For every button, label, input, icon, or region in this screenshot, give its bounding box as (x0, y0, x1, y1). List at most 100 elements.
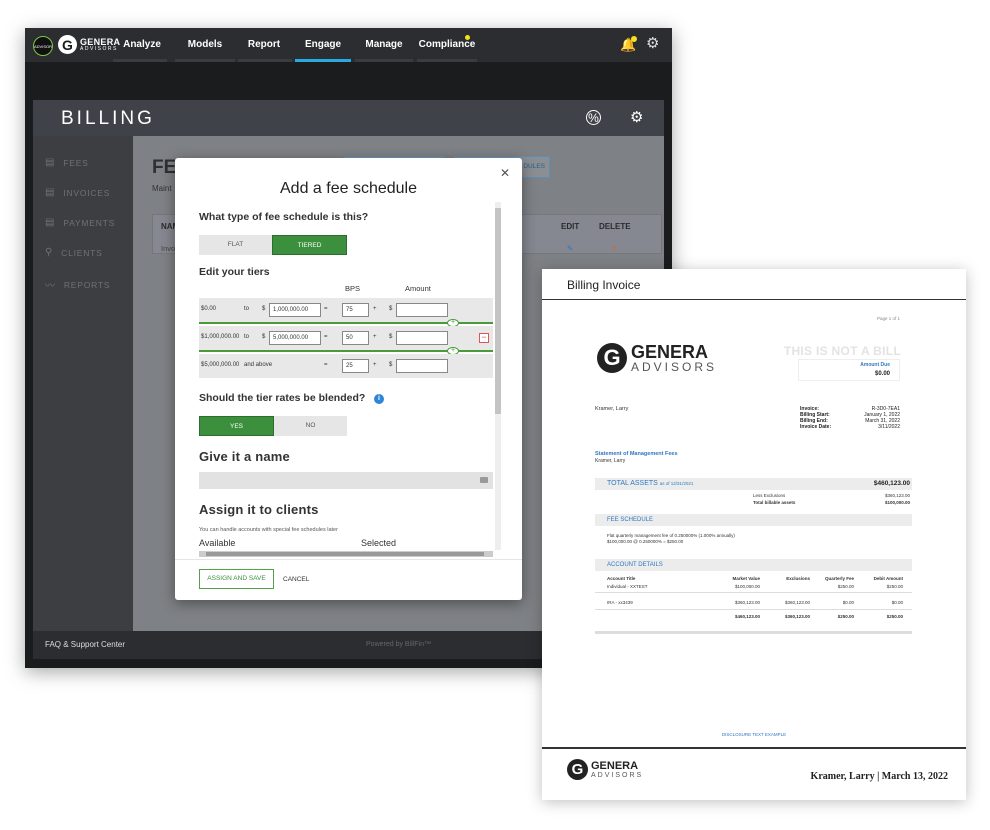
invoice-logo: G GENERA ADVISORS (597, 343, 717, 373)
info-icon[interactable]: i (374, 394, 384, 404)
faq-support-link[interactable]: FAQ & Support Center (33, 631, 133, 659)
sidebar-item-reports[interactable]: 〰 REPORTS (45, 277, 111, 293)
acct-header: Quarterly Fee (824, 576, 854, 581)
remove-tier-icon[interactable]: − (479, 333, 489, 343)
bps-column-header: BPS (345, 284, 361, 293)
flat-option[interactable]: FLAT (199, 235, 272, 255)
tier-eq: = (324, 362, 328, 368)
acct-total: $250.00 (837, 614, 854, 619)
brand-logo[interactable]: G GENERA ADVISORS (58, 35, 120, 54)
tiered-option[interactable]: TIERED (272, 235, 347, 255)
billing-invoice-document: Billing Invoice Page 1 of 1 G GENERA ADV… (542, 269, 966, 800)
less-exclusions-label: Less Exclusions (753, 493, 786, 498)
nav-compliance[interactable]: Compliance (417, 28, 477, 62)
percent-icon[interactable]: % (586, 110, 601, 125)
tier-to-label: and above (244, 362, 273, 368)
total-assets-text: TOTAL ASSETS (607, 480, 658, 487)
tier-bps-input[interactable]: 50 (342, 331, 369, 345)
nav-label: Analyze (123, 39, 161, 50)
settings-gear-icon[interactable]: ⚙ (630, 108, 643, 126)
tier-to-input[interactable]: 5,000,000.00 (269, 331, 321, 345)
advisor-badge[interactable]: ADVISOR (33, 36, 53, 56)
nav-manage[interactable]: Manage (355, 28, 413, 62)
client-name: Kramer, Larry (595, 406, 629, 412)
col-delete-header: DELETE (599, 222, 631, 231)
available-label: Available (199, 538, 236, 548)
sidebar-item-clients[interactable]: ⚲ CLIENTS (45, 247, 103, 258)
close-icon[interactable]: ✕ (500, 166, 510, 180)
tier-to-input[interactable]: 1,000,000.00 (269, 303, 321, 317)
tier-row: $1,000,000.00 to $ 5,000,000.00 = 50 + $… (199, 326, 493, 350)
tier-bps-input[interactable]: 75 (342, 303, 369, 317)
logo-name: GENERA (631, 342, 709, 362)
acct-cell: IRA - xx3439 (607, 600, 633, 605)
modal-footer-divider (175, 559, 522, 560)
billing-title: BILLING (61, 108, 155, 129)
tier-bps-input[interactable]: 25 (342, 359, 369, 373)
tier-amount-input[interactable] (396, 303, 448, 317)
tier-amount-input[interactable] (396, 331, 448, 345)
tier-amount-currency: $ (389, 362, 393, 368)
schedule-name-input[interactable] (199, 472, 493, 489)
tier-from: $0.00 (201, 306, 217, 312)
genera-logo-icon: G (58, 35, 77, 54)
powered-by-label: Powered by BillFin™ (366, 641, 431, 648)
logo-sub: ADVISORS (591, 771, 644, 779)
fee-line: $100,000.00 @ 0.250000% = $250.00 (607, 539, 684, 544)
genera-logo-icon: G (567, 759, 588, 780)
scrollbar-thumb[interactable] (206, 552, 484, 556)
fee-schedule-band: FEE SCHEDULE (595, 514, 912, 526)
acct-total: $460,123.00 (734, 614, 760, 619)
cancel-button[interactable]: CANCEL (283, 576, 309, 583)
sidebar-item-invoices[interactable]: ▤ INVOICES (45, 187, 110, 198)
acct-header: Debit Amount (873, 576, 903, 581)
bell-notification-dot (631, 36, 637, 42)
blend-no-option[interactable]: NO (274, 416, 347, 436)
acct-cell: $100,000.00 (734, 584, 760, 589)
sidebar-item-payments[interactable]: ▤ PAYMENTS (45, 217, 115, 228)
modal-vertical-scrollbar[interactable] (495, 202, 501, 550)
edit-pencil-icon[interactable]: ✎ (567, 244, 573, 253)
acct-cell: $0.00 (842, 600, 854, 605)
amount-due-box: Amount Due $0.00 (798, 359, 900, 381)
footer-logo: G GENERA ADVISORS (567, 759, 643, 780)
row-divider (595, 609, 912, 610)
acct-total: $250.00 (886, 614, 903, 619)
tier-to-label: to (244, 306, 250, 312)
nav-engage[interactable]: Engage (295, 28, 351, 62)
assign-and-save-button[interactable]: ASSIGN AND SAVE (199, 569, 274, 589)
sidebar-item-fees[interactable]: ▤ FEES (45, 157, 89, 168)
row-name-cell: Invo (161, 244, 176, 253)
fee-type-question: What type of fee schedule is this? (199, 211, 369, 223)
tier-plus: + (373, 362, 377, 368)
blend-yes-option[interactable]: YES (199, 416, 274, 436)
tier-plus: + (373, 334, 377, 340)
sidebar-item-label: INVOICES (63, 187, 111, 198)
gear-icon[interactable]: ⚙ (646, 36, 659, 52)
not-a-bill-watermark: THIS IS NOT A BILL (783, 344, 901, 358)
button-label: DULES (523, 163, 545, 170)
statement-client: Kramer, Larry (595, 458, 626, 464)
sidebar-item-label: CLIENTS (61, 247, 103, 258)
acct-cell: Individual - XXTEST (607, 584, 648, 589)
document-icon: ▤ (45, 187, 56, 198)
tier-to-label: to (244, 334, 250, 340)
nav-label: Report (247, 39, 281, 50)
nav-label: Engage (304, 39, 342, 50)
tier-eq: = (324, 306, 328, 312)
horizontal-scrollbar[interactable] (199, 551, 493, 557)
nav-analyze[interactable]: Analyze (123, 28, 161, 62)
total-assets-label: TOTAL ASSETS as of 12/31/2021 (607, 480, 693, 487)
bell-icon[interactable]: 🔔 (620, 36, 637, 53)
fee-schedule-label: FEE SCHEDULE (607, 517, 654, 523)
sidebar-item-label: REPORTS (63, 279, 111, 290)
logo-name: GENERA (591, 759, 639, 772)
tier-amount-input[interactable] (396, 359, 448, 373)
footer-client-date: Kramer, Larry | March 13, 2022 (810, 771, 948, 782)
user-icon: ⚲ (45, 247, 54, 258)
delete-x-icon[interactable]: ✕ (611, 244, 617, 253)
faq-label: FAQ & Support Center (45, 640, 126, 649)
scrollbar-thumb[interactable] (495, 208, 501, 414)
nav-report[interactable]: Report (244, 28, 284, 62)
nav-models[interactable]: Models (184, 28, 226, 62)
